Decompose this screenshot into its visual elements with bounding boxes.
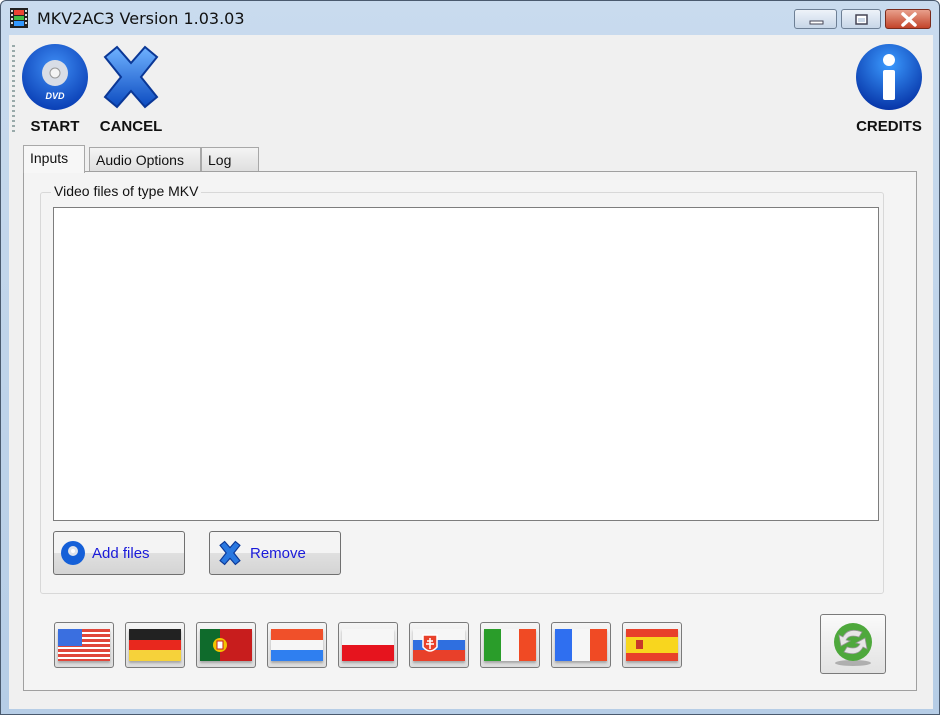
video-files-group: Video files of type MKV Add files Remove [40, 183, 884, 594]
language-polish-button[interactable] [338, 622, 398, 668]
credits-button[interactable]: CREDITS [855, 43, 923, 135]
tab-audio-options[interactable]: Audio Options [89, 147, 201, 172]
es-flag-icon [626, 629, 678, 661]
close-button[interactable] [885, 9, 931, 29]
refresh-icon [834, 623, 872, 666]
cancel-label: CANCEL [99, 118, 163, 135]
client-area: DVD START CANCEL CREDITS Inputs Audio Op… [9, 35, 933, 709]
app-window: MKV2AC3 Version 1.03.03 DVD START CANCEL… [0, 0, 940, 715]
sk-flag-icon [413, 629, 465, 661]
dvd-icon [61, 541, 85, 565]
language-italian-button[interactable] [480, 622, 540, 668]
refresh-button[interactable] [820, 614, 886, 674]
language-slovak-button[interactable] [409, 622, 469, 668]
tab-log[interactable]: Log [201, 147, 259, 172]
language-spanish-button[interactable] [622, 622, 682, 668]
us-flag-icon [58, 629, 110, 661]
language-portuguese-button[interactable] [196, 622, 256, 668]
maximize-icon [855, 14, 868, 25]
inputs-tab-panel: Video files of type MKV Add files Remove [23, 171, 917, 691]
video-files-list[interactable] [53, 207, 879, 521]
film-strip-icon [10, 8, 28, 28]
add-files-label: Add files [92, 544, 150, 562]
toolbar-grip[interactable] [12, 45, 15, 135]
it-flag-icon [484, 629, 536, 661]
video-files-group-title: Video files of type MKV [51, 183, 202, 199]
cancel-x-icon [103, 45, 159, 109]
start-label: START [30, 118, 80, 135]
language-dutch-button[interactable] [267, 622, 327, 668]
tab-inputs[interactable]: Inputs [23, 145, 85, 173]
minimize-icon [809, 20, 824, 25]
dvd-icon: DVD [22, 44, 88, 110]
language-french-button[interactable] [551, 622, 611, 668]
pl-flag-icon [342, 629, 394, 661]
credits-label: CREDITS [856, 118, 922, 135]
nl-flag-icon [271, 629, 323, 661]
language-english-button[interactable] [54, 622, 114, 668]
window-title: MKV2AC3 Version 1.03.03 [37, 9, 245, 28]
de-flag-icon [129, 629, 181, 661]
remove-button[interactable]: Remove [209, 531, 341, 575]
pt-flag-icon [200, 629, 252, 661]
add-files-button[interactable]: Add files [53, 531, 185, 575]
remove-x-icon [219, 540, 241, 566]
fr-flag-icon [555, 629, 607, 661]
svg-text:DVD: DVD [45, 91, 65, 101]
start-button[interactable]: DVD START [21, 43, 89, 135]
maximize-button[interactable] [841, 9, 881, 29]
cancel-button[interactable]: CANCEL [97, 43, 165, 135]
minimize-button[interactable] [794, 9, 837, 29]
language-german-button[interactable] [125, 622, 185, 668]
remove-label: Remove [250, 544, 306, 562]
info-icon [856, 44, 922, 110]
title-bar[interactable]: MKV2AC3 Version 1.03.03 [1, 1, 939, 35]
close-icon [901, 12, 917, 27]
